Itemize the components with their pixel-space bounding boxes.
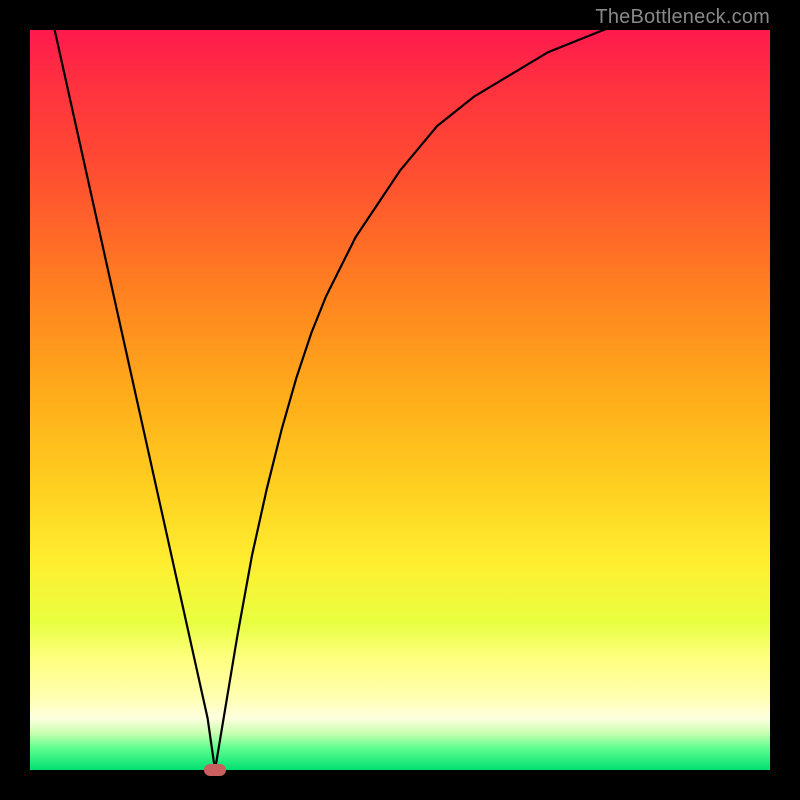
attribution-label: TheBottleneck.com xyxy=(595,6,770,29)
chart-curve xyxy=(30,30,770,770)
chart-plot-area xyxy=(30,30,770,770)
optimum-marker xyxy=(204,764,226,776)
chart-container: TheBottleneck.com xyxy=(0,0,800,800)
